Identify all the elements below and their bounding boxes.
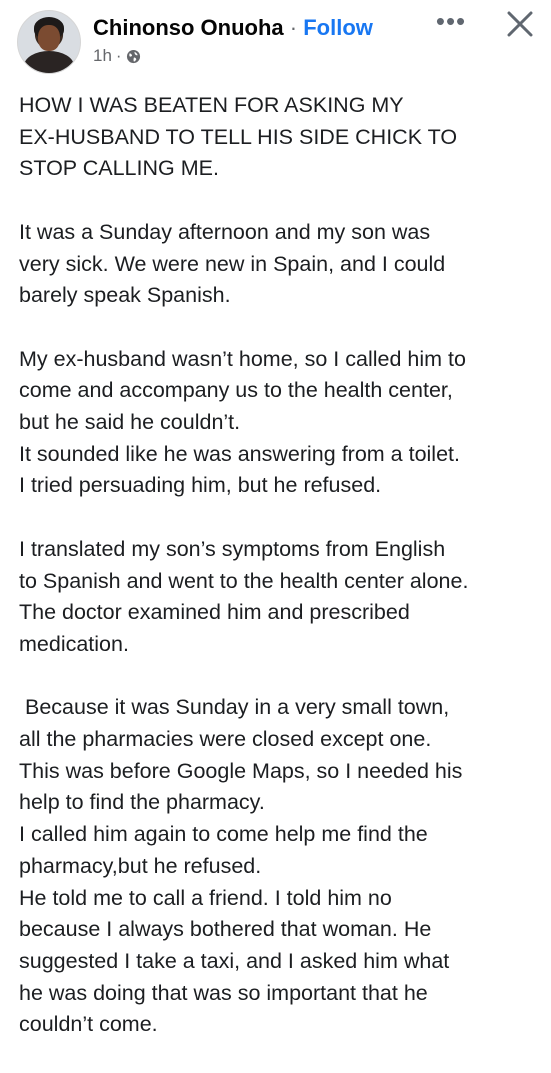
more-options-button[interactable]: ••• bbox=[431, 6, 471, 36]
meta-separator: · bbox=[115, 46, 122, 65]
close-icon[interactable] bbox=[502, 6, 538, 42]
post-time[interactable]: 1h bbox=[93, 46, 112, 66]
avatar-face bbox=[38, 25, 60, 51]
post-paragraph: My ex-husband wasn’t home, so I called h… bbox=[19, 346, 466, 498]
name-separator: · bbox=[283, 15, 304, 40]
post-body: HOW I WAS BEATEN FOR ASKING MY EX-HUSBAN… bbox=[19, 90, 539, 1073]
author-line: Chinonso Onuoha · Follow bbox=[93, 14, 373, 42]
post-header: Chinonso Onuoha · Follow 1h · ••• bbox=[0, 0, 551, 82]
post-paragraph: Because it was Sunday in a very small to… bbox=[19, 695, 463, 1037]
post-meta: 1h · bbox=[93, 46, 141, 66]
globe-icon[interactable] bbox=[126, 49, 141, 64]
author-avatar[interactable] bbox=[17, 10, 81, 74]
post-paragraph: It was a Sunday afternoon and my son was… bbox=[19, 219, 446, 308]
post-paragraph: I translated my son’s symptoms from Engl… bbox=[19, 536, 469, 656]
avatar-body bbox=[24, 51, 74, 73]
post-paragraph: HOW I WAS BEATEN FOR ASKING MY EX-HUSBAN… bbox=[19, 93, 458, 181]
follow-button[interactable]: Follow bbox=[303, 15, 373, 40]
author-name[interactable]: Chinonso Onuoha bbox=[93, 15, 284, 40]
